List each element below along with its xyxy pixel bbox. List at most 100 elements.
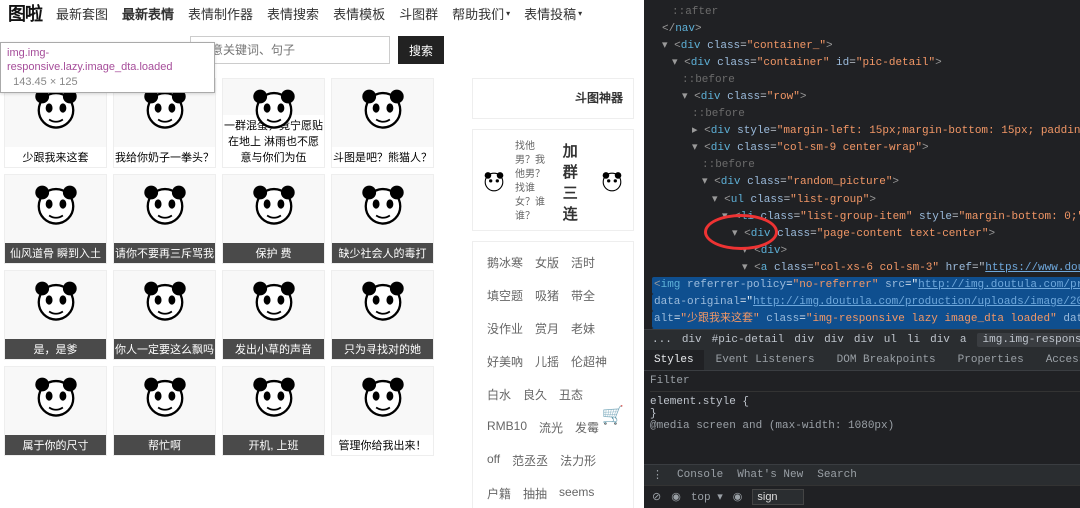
panda-icon <box>142 277 188 323</box>
tab-properties[interactable]: Properties <box>948 350 1034 370</box>
panda-icon <box>483 171 505 193</box>
meme-tile[interactable]: 斗图是吧？熊猫人？ <box>331 78 434 168</box>
panda-icon <box>360 277 406 323</box>
cart-icon[interactable]: 🛒 <box>602 405 624 426</box>
tag-link[interactable]: 儿摇 <box>535 353 559 370</box>
panda-icon <box>360 181 406 227</box>
tag-link[interactable]: 鹅冰寒 <box>487 254 523 271</box>
tag-box: 鹅冰寒女版活时填空题吸猪带全没作业赏月老妹好美吶儿摇伦超神白水良久丑态 RMB10… <box>472 241 634 508</box>
panda-icon <box>33 373 79 419</box>
meme-caption: 少跟我来这套 <box>5 147 106 167</box>
dom-tree[interactable]: ::after </nav> ▾ <div class="container_"… <box>644 0 1080 329</box>
element-tooltip: img.img-responsive.lazy.image_dta.loaded… <box>0 42 215 93</box>
tag-link[interactable]: 发霉 <box>575 419 599 436</box>
meme-caption: 开机, 上班 <box>223 435 324 455</box>
meme-tile[interactable]: 属于你的尺寸 <box>4 366 107 456</box>
meme-grid: 少跟我来这套我给你奶子一拳头？ 一群混蛋，竟宁愿贴在地上 淋雨也不愿意与你们为伍斗… <box>4 78 434 456</box>
tag-link[interactable]: 女版 <box>535 254 559 271</box>
meme-tile[interactable]: 缺少社会人的毒打 <box>331 174 434 264</box>
tag-link[interactable]: 丑态 <box>559 386 583 403</box>
tab-event-listeners[interactable]: Event Listeners <box>706 350 825 370</box>
sidebox-top: 斗图神器 <box>472 78 634 119</box>
meme-caption: 我给你奶子一拳头？ <box>114 147 215 167</box>
console-toggle-icon[interactable]: ⋮ <box>652 468 663 482</box>
panda-icon <box>142 181 188 227</box>
meme-tile[interactable]: 保护 费 <box>222 174 325 264</box>
meme-caption: 请你不要再三斥骂我 <box>114 243 215 263</box>
chevron-down-icon: ▾ <box>578 9 582 18</box>
meme-tile[interactable]: 开机, 上班 <box>222 366 325 456</box>
menu-item[interactable]: 最新套图 <box>56 4 108 23</box>
tag-link[interactable]: 赏月 <box>535 320 559 337</box>
tag-link[interactable]: 流光 <box>539 419 563 436</box>
meme-tile[interactable]: 你人一定要这么飘吗 <box>113 270 216 360</box>
styles-filter[interactable]: Filter <box>650 375 690 387</box>
panda-icon <box>360 373 406 419</box>
tag-link[interactable]: 活时 <box>571 254 595 271</box>
tag-link[interactable]: 户籍 <box>487 485 511 502</box>
menu-item[interactable]: 帮助我们▾ <box>452 4 510 23</box>
panda-icon <box>251 277 297 323</box>
eye-icon[interactable]: ◉ <box>671 490 681 504</box>
breadcrumb-leaf[interactable]: img.img-responsive.lazy.image_dta.loaded <box>977 333 1080 347</box>
tag-link[interactable]: 法力形 <box>560 452 596 469</box>
search-button[interactable]: 搜索 <box>398 36 444 64</box>
menu-item[interactable]: 表情搜索 <box>267 4 319 23</box>
panda-icon <box>360 85 406 131</box>
meme-tile[interactable]: 是，是爹 <box>4 270 107 360</box>
tag-link[interactable]: 白水 <box>487 386 511 403</box>
menu-item[interactable]: 表情模板 <box>333 4 385 23</box>
meme-tile[interactable]: 一群混蛋，竟宁愿贴在地上 淋雨也不愿意与你们为伍 <box>222 78 325 168</box>
tag-link[interactable]: 老妹 <box>571 320 595 337</box>
meme-tile[interactable]: 帮忙啊 <box>113 366 216 456</box>
meme-caption: 斗图是吧？熊猫人？ <box>332 147 433 167</box>
eye-icon[interactable]: ◉ <box>733 490 743 504</box>
tag-link[interactable]: 良久 <box>523 386 547 403</box>
chevron-down-icon: ▾ <box>506 9 510 18</box>
tab-dom-breakpoints[interactable]: DOM Breakpoints <box>827 350 946 370</box>
panda-icon <box>251 373 297 419</box>
meme-caption: 仙风道骨 瞬到入土 <box>5 243 106 263</box>
meme-tile[interactable]: 请你不要再三斥骂我 <box>113 174 216 264</box>
meme-tile[interactable]: 管理你给我出来！ <box>331 366 434 456</box>
tab-accessibility[interactable]: Accessibility <box>1036 350 1080 370</box>
meme-tile[interactable]: 仙风道骨 瞬到入土 <box>4 174 107 264</box>
site-logo: 图啦 <box>8 0 42 26</box>
meme-caption: 属于你的尺寸 <box>5 435 106 455</box>
context-select[interactable]: top ▾ <box>691 490 723 504</box>
tag-link[interactable]: RMB10 <box>487 419 527 436</box>
main-menu: 最新套图 最新表情 表情制作器 表情搜索 表情模板 斗图群 帮助我们▾ 表情投稿… <box>56 4 582 23</box>
search-input[interactable] <box>190 36 390 64</box>
sidebox-heading: 斗图神器 <box>483 89 623 106</box>
menu-submit[interactable]: 表情投稿▾ <box>524 4 582 23</box>
menu-item[interactable]: 最新表情 <box>122 4 174 23</box>
console-filter-input[interactable] <box>752 489 804 505</box>
tag-link[interactable]: 没作业 <box>487 320 523 337</box>
styles-tabs[interactable]: Styles Event Listeners DOM Breakpoints P… <box>644 350 1080 370</box>
tab-console[interactable]: Console <box>677 469 723 481</box>
panda-icon <box>601 171 623 193</box>
panda-icon <box>33 181 79 227</box>
panda-icon <box>251 85 297 131</box>
panda-icon <box>142 373 188 419</box>
tag-link[interactable]: 吸猪 <box>535 287 559 304</box>
tag-link[interactable]: off <box>487 452 500 469</box>
tag-link[interactable]: 伦超神 <box>571 353 607 370</box>
tab-styles[interactable]: Styles <box>644 350 704 370</box>
breadcrumb[interactable]: ... div #pic-detail div div div ul li di… <box>644 329 1080 350</box>
tag-link[interactable]: seems <box>559 485 594 502</box>
tag-link[interactable]: 抽抽 <box>523 485 547 502</box>
tab-whatsnew[interactable]: What's New <box>737 469 803 481</box>
tag-link[interactable]: 好美吶 <box>487 353 523 370</box>
meme-tile[interactable]: 发出小草的声音 <box>222 270 325 360</box>
panda-icon <box>33 277 79 323</box>
meme-caption: 只为寻找对的她 <box>332 339 433 359</box>
meme-tile[interactable]: 只为寻找对的她 <box>331 270 434 360</box>
tag-link[interactable]: 填空题 <box>487 287 523 304</box>
menu-item[interactable]: 斗图群 <box>399 4 438 23</box>
tag-link[interactable]: 范丞丞 <box>512 452 548 469</box>
tag-link[interactable]: 带全 <box>571 287 595 304</box>
clear-console-icon[interactable]: ⊘ <box>652 490 661 504</box>
tab-search[interactable]: Search <box>817 469 857 481</box>
menu-item[interactable]: 表情制作器 <box>188 4 253 23</box>
